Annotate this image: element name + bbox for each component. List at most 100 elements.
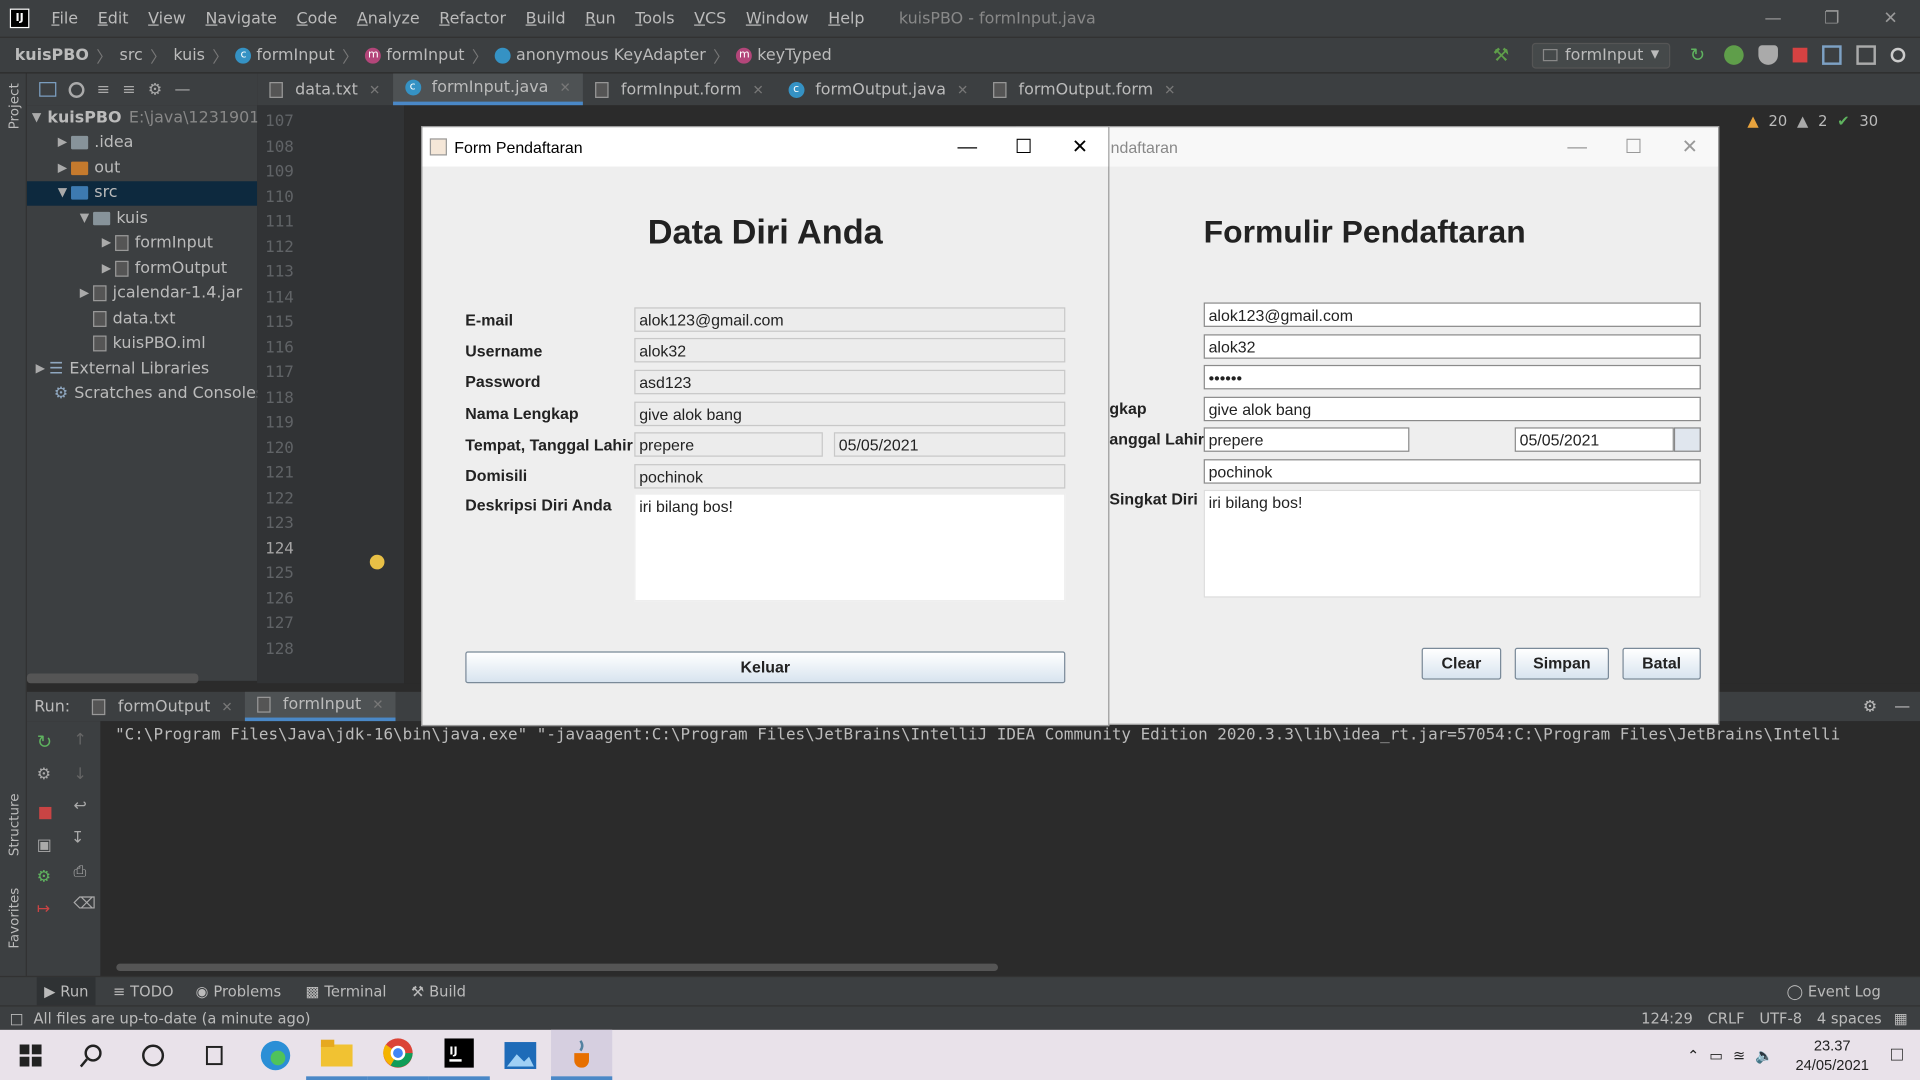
- tree-item-out[interactable]: ▶ out: [27, 156, 257, 181]
- volume-icon[interactable]: 🔈: [1755, 1046, 1773, 1063]
- project-view-icon[interactable]: [39, 82, 57, 97]
- minimize-icon[interactable]: —: [1549, 137, 1605, 159]
- inspection-widget[interactable]: ▲ 20 ▲ 2 ✔ 30: [1747, 113, 1878, 130]
- line-separator[interactable]: CRLF: [1708, 1010, 1745, 1027]
- hide-icon[interactable]: —: [1894, 697, 1910, 715]
- breadcrumb-kuis[interactable]: kuis: [173, 46, 205, 64]
- maximize-icon[interactable]: ☐: [996, 135, 1052, 159]
- breadcrumb-class[interactable]: formInput: [256, 46, 334, 64]
- menu-navigate[interactable]: Navigate: [196, 9, 287, 27]
- password-field[interactable]: ••••••: [1203, 364, 1701, 390]
- menu-code[interactable]: Code: [287, 9, 347, 27]
- tree-item-iml[interactable]: kuisPBO.iml: [27, 331, 257, 356]
- tool-tab-run[interactable]: ▶ Run: [36, 977, 96, 1007]
- calendar-icon[interactable]: [1673, 427, 1701, 452]
- structure-tool-tab[interactable]: Structure: [6, 793, 22, 856]
- close-tab-icon[interactable]: ✕: [369, 81, 380, 97]
- wifi-icon[interactable]: ≊: [1733, 1046, 1745, 1063]
- favorites-tool-tab[interactable]: Favorites: [6, 888, 22, 949]
- camera-icon[interactable]: ▣: [37, 836, 52, 854]
- tab-data-txt[interactable]: data.txt ✕: [257, 73, 392, 105]
- domisili-field[interactable]: pochinok: [1203, 459, 1701, 484]
- tree-item-root[interactable]: ▼ kuisPBO E:\java\12319011: [27, 105, 270, 130]
- keluar-button[interactable]: Keluar: [465, 651, 1066, 684]
- chrome-browser-icon[interactable]: [367, 1030, 429, 1080]
- tab-formoutput-java[interactable]: c formOutput.java ✕: [776, 73, 981, 105]
- menu-tools[interactable]: Tools: [626, 9, 685, 27]
- close-tab-icon[interactable]: ✕: [559, 80, 570, 96]
- up-arrow-icon[interactable]: ↑: [73, 731, 86, 749]
- username-field[interactable]: alok32: [1203, 334, 1701, 359]
- email-field[interactable]: alok123@gmail.com: [1203, 302, 1701, 327]
- coverage-shield-icon[interactable]: [1758, 45, 1778, 65]
- run-config-select[interactable]: formInput ▼: [1531, 42, 1671, 68]
- stop-icon[interactable]: [39, 806, 52, 820]
- close-tab-icon[interactable]: ✕: [957, 81, 968, 97]
- collapse-all-icon[interactable]: ≡: [122, 80, 135, 98]
- build-hammer-icon[interactable]: ⚒: [1493, 45, 1513, 65]
- minimize-icon[interactable]: —: [939, 137, 995, 159]
- menu-edit[interactable]: Edit: [88, 9, 138, 27]
- close-tab-icon[interactable]: ✕: [372, 697, 383, 713]
- debug-bug-icon[interactable]: [1724, 45, 1744, 65]
- minimize-icon[interactable]: —: [1744, 0, 1803, 37]
- console-scrollbar[interactable]: [116, 963, 998, 972]
- tab-formoutput-form[interactable]: formOutput.form ✕: [981, 73, 1188, 105]
- batal-button[interactable]: Batal: [1622, 647, 1701, 680]
- tool-tab-event-log[interactable]: ◯ Event Log: [1786, 983, 1880, 1000]
- close-tab-icon[interactable]: ✕: [1164, 81, 1175, 97]
- tab-forminput-java[interactable]: c formInput.java ✕: [392, 73, 583, 106]
- hide-icon[interactable]: —: [174, 80, 190, 98]
- print-icon[interactable]: ⎙: [73, 863, 86, 881]
- menu-run[interactable]: Run: [575, 9, 625, 27]
- tree-item-external-libraries[interactable]: ▶ ☰ External Libraries: [27, 356, 257, 381]
- layout-icon[interactable]: [1856, 45, 1876, 65]
- close-icon[interactable]: ✕: [1861, 0, 1920, 37]
- expand-all-icon[interactable]: ≡: [97, 80, 110, 98]
- tab-forminput-form[interactable]: formInput.form ✕: [583, 73, 776, 105]
- edge-browser-icon[interactable]: [245, 1030, 306, 1080]
- simpan-button[interactable]: Simpan: [1514, 647, 1609, 680]
- gear-icon[interactable]: ⚙: [148, 80, 162, 98]
- menu-refactor[interactable]: Refactor: [429, 9, 515, 27]
- project-scrollbar[interactable]: [26, 673, 199, 684]
- restore-icon[interactable]: ❐: [1802, 0, 1861, 37]
- tree-item-kuis[interactable]: ▼ kuis: [27, 206, 257, 231]
- tree-item-idea[interactable]: ▶ .idea: [27, 130, 257, 155]
- menu-window[interactable]: Window: [736, 9, 818, 27]
- java-app-icon[interactable]: [551, 1029, 613, 1080]
- locate-icon[interactable]: [68, 81, 85, 98]
- breadcrumb-keytyped[interactable]: keyTyped: [757, 46, 832, 64]
- soft-wrap-icon[interactable]: ↩: [73, 797, 86, 815]
- windows-start-icon[interactable]: [0, 1030, 61, 1080]
- deskripsi-textarea[interactable]: iri bilang bos!: [1203, 489, 1701, 598]
- file-explorer-icon[interactable]: [306, 1030, 368, 1080]
- project-structure-icon[interactable]: [1822, 45, 1842, 65]
- nama-field[interactable]: give alok bang: [1203, 396, 1701, 422]
- search-icon[interactable]: [61, 1030, 122, 1080]
- status-square-icon[interactable]: □: [10, 1010, 24, 1027]
- system-clock[interactable]: 23.37 24/05/2021: [1795, 1035, 1869, 1074]
- tool-tab-todo[interactable]: ≡ TODO: [113, 983, 174, 1000]
- rerun-icon[interactable]: ↻: [37, 731, 52, 753]
- gear-icon[interactable]: ⚙: [1863, 697, 1877, 715]
- notifications-icon[interactable]: □: [1891, 1044, 1903, 1066]
- breadcrumb-project[interactable]: kuisPBO: [15, 46, 89, 64]
- task-view-icon[interactable]: [184, 1030, 245, 1080]
- file-encoding[interactable]: UTF-8: [1759, 1010, 1802, 1027]
- breadcrumb-anon[interactable]: anonymous KeyAdapter: [516, 46, 706, 64]
- exit-icon[interactable]: ↦: [37, 900, 50, 918]
- rerun-icon[interactable]: ↻: [1690, 45, 1710, 65]
- lightbulb-icon[interactable]: [369, 554, 385, 570]
- menu-help[interactable]: Help: [818, 9, 874, 27]
- tool-tab-terminal[interactable]: ▩ Terminal: [306, 983, 387, 1000]
- menu-build[interactable]: Build: [516, 9, 576, 27]
- tool-tab-build[interactable]: ⚒ Build: [411, 983, 466, 1000]
- close-icon[interactable]: ✕: [1662, 135, 1718, 159]
- battery-icon[interactable]: ▭: [1709, 1046, 1723, 1063]
- caret-position[interactable]: 124:29: [1641, 1010, 1693, 1027]
- breadcrumb-src[interactable]: src: [120, 46, 143, 64]
- trash-icon[interactable]: ⌫: [73, 895, 96, 913]
- down-arrow-icon[interactable]: ↓: [73, 765, 86, 783]
- scroll-to-end-icon[interactable]: ↧: [71, 829, 84, 847]
